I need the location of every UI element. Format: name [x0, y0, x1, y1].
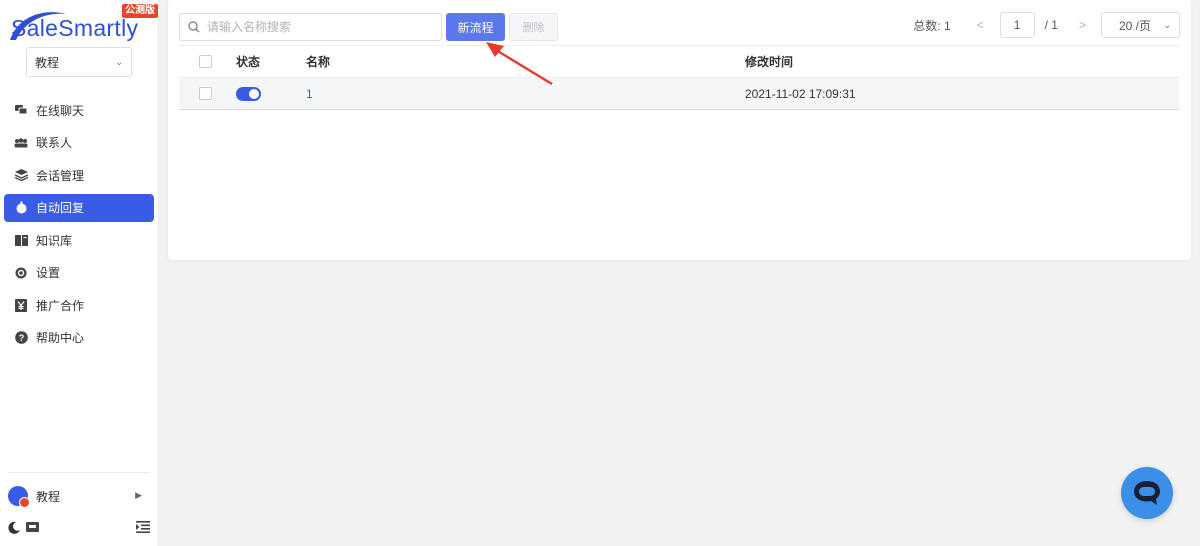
sidebar-item-knowledge-base[interactable]: 知识库: [4, 226, 154, 254]
select-all-checkbox[interactable]: [199, 55, 212, 68]
sidebar-item-label: 知识库: [36, 233, 73, 248]
sidebar-item-label: 设置: [36, 266, 61, 280]
brand-name: SaleSmartly: [11, 15, 139, 41]
svg-text:?: ?: [18, 333, 24, 343]
toggle-switch[interactable]: [236, 86, 261, 101]
page-number-input[interactable]: 1: [999, 12, 1035, 38]
chat-widget-button[interactable]: [1121, 467, 1173, 519]
sidebar: SaleSmartly 公测版 教程 ⌄ 在线聊天 联系人 会话管理 自动回复 …: [0, 0, 159, 546]
beta-badge: 公测版: [122, 4, 158, 18]
search-input[interactable]: [207, 20, 427, 34]
sidebar-item-label: 自动回复: [36, 201, 85, 215]
auto-reply-icon: [14, 201, 28, 215]
column-header-modified[interactable]: 修改时间: [745, 53, 793, 70]
new-flow-button[interactable]: 新流程: [446, 13, 505, 41]
sidebar-divider: [8, 472, 150, 473]
chat-bubbles-icon: [14, 103, 28, 117]
collapse-menu-icon[interactable]: [136, 521, 150, 533]
user-menu[interactable]: 教程 ▶: [8, 484, 148, 508]
help-icon: ?: [14, 331, 28, 345]
total-count: 总数: 1: [913, 18, 951, 33]
next-page-icon[interactable]: >: [1079, 18, 1086, 32]
flow-table: 状态 名称 修改时间 1 2021-11-02 17:09:31: [179, 45, 1179, 110]
delete-button[interactable]: 删除: [509, 13, 558, 41]
user-name: 教程: [36, 489, 61, 504]
sidebar-item-conversation-management[interactable]: 会话管理: [4, 161, 154, 189]
sidebar-item-label: 在线聊天: [36, 103, 85, 118]
search-icon: [188, 21, 200, 33]
table-header: 状态 名称 修改时间: [179, 46, 1179, 78]
main-panel: 新流程 删除 总数: 1 < 1 / 1 > 20 /页 ⌄ 状态 名称 修改时…: [168, 0, 1191, 260]
page-size-value: 20 /页: [1119, 18, 1152, 33]
avatar: [8, 486, 30, 508]
search-box[interactable]: [179, 13, 442, 41]
brand-logo[interactable]: SaleSmartly 公测版: [8, 4, 158, 44]
sidebar-item-label: 会话管理: [36, 168, 85, 183]
column-header-status[interactable]: 状态: [236, 53, 260, 70]
language-icon[interactable]: [26, 522, 39, 532]
sidebar-item-label: 联系人: [36, 136, 73, 150]
modified-time: 2021-11-02 17:09:31: [745, 86, 856, 101]
gear-icon: [14, 266, 28, 280]
chat-bubble-icon: [1134, 481, 1160, 505]
prev-page-icon[interactable]: <: [977, 18, 984, 32]
layers-icon: [14, 168, 28, 182]
pagination: 总数: 1 < 1 / 1 > 20 /页 ⌄: [913, 12, 1180, 38]
sidebar-item-promotion[interactable]: 推广合作: [4, 291, 154, 319]
total-pages: / 1: [1044, 18, 1058, 32]
sidebar-footer: [8, 517, 150, 537]
column-header-name[interactable]: 名称: [306, 53, 330, 70]
workspace-select-value: 教程: [35, 55, 60, 70]
sidebar-item-online-chat[interactable]: 在线聊天: [4, 96, 154, 124]
sidebar-item-auto-reply[interactable]: 自动回复: [4, 193, 154, 222]
sidebar-item-help-center[interactable]: ? 帮助中心: [4, 324, 154, 352]
chevron-down-icon: ⌄: [115, 56, 123, 67]
sidebar-item-contacts[interactable]: 联系人: [4, 129, 154, 157]
row-checkbox[interactable]: [199, 87, 212, 100]
book-icon: [14, 233, 28, 247]
annotation-arrow-icon: [486, 42, 553, 86]
status-toggle[interactable]: [236, 86, 261, 101]
chevron-down-icon: ⌄: [1163, 19, 1171, 30]
flow-name-link[interactable]: 1: [306, 87, 313, 101]
yen-icon: [14, 298, 28, 312]
sidebar-nav: 在线聊天 联系人 会话管理 自动回复 知识库 设置 推广合作 ? 帮助中心: [4, 96, 154, 356]
page-size-select[interactable]: 20 /页 ⌄: [1101, 12, 1180, 38]
moon-icon[interactable]: [8, 521, 21, 534]
workspace-select[interactable]: 教程 ⌄: [26, 47, 132, 77]
caret-right-icon: ▶: [135, 490, 142, 500]
sidebar-item-label: 推广合作: [36, 298, 85, 313]
sidebar-item-settings[interactable]: 设置: [4, 259, 154, 287]
contacts-icon: [14, 136, 28, 150]
table-row[interactable]: 1 2021-11-02 17:09:31: [179, 78, 1179, 110]
sidebar-item-label: 帮助中心: [36, 331, 85, 345]
